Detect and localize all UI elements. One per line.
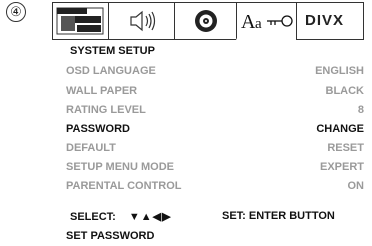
language-key-icon: A a: [241, 11, 293, 33]
setting-label: WALL PAPER: [66, 85, 138, 97]
speaker-icon: [130, 10, 156, 32]
tab-display[interactable]: [52, 3, 108, 39]
status-message: SET PASSWORD: [66, 230, 155, 242]
setting-value: EXPERT: [319, 161, 364, 173]
menu-title: SYSTEM SETUP: [70, 45, 155, 57]
select-hint: SELECT: ▼▲◀▶: [70, 210, 172, 223]
arrow-keys-icon: ▼▲◀▶: [128, 211, 172, 223]
setting-value: BLACK: [325, 85, 365, 97]
setting-label: PASSWORD: [66, 123, 130, 135]
tab-disc[interactable]: [174, 3, 236, 39]
screen-layers-icon: [56, 7, 104, 35]
svg-text:a: a: [255, 16, 262, 32]
setting-label: DEFAULT: [66, 142, 116, 154]
setting-value: CHANGE: [316, 123, 364, 135]
tab-audio[interactable]: [108, 3, 174, 39]
step-number-badge: ④: [6, 2, 26, 22]
tab-divx[interactable]: DIVX: [296, 3, 364, 39]
setting-label: OSD LANGUAGE: [66, 65, 156, 77]
setting-label: RATING LEVEL: [66, 104, 146, 116]
select-label: SELECT:: [70, 211, 116, 223]
set-enter-hint: SET: ENTER BUTTON: [222, 210, 335, 222]
setting-value: ENGLISH: [315, 65, 364, 77]
tab-language-lock[interactable]: A a: [236, 3, 296, 40]
setting-label: PARENTAL CONTROL: [66, 180, 182, 192]
svg-text:A: A: [241, 11, 256, 33]
setup-tab-bar: A a DIVX: [52, 2, 364, 40]
setting-label: SETUP MENU MODE: [66, 161, 174, 173]
setting-value: RESET: [327, 142, 364, 154]
setting-value: 8: [357, 104, 364, 116]
divx-label: DIVX: [305, 12, 345, 29]
disc-icon: [195, 10, 217, 32]
setting-value: ON: [347, 180, 365, 192]
